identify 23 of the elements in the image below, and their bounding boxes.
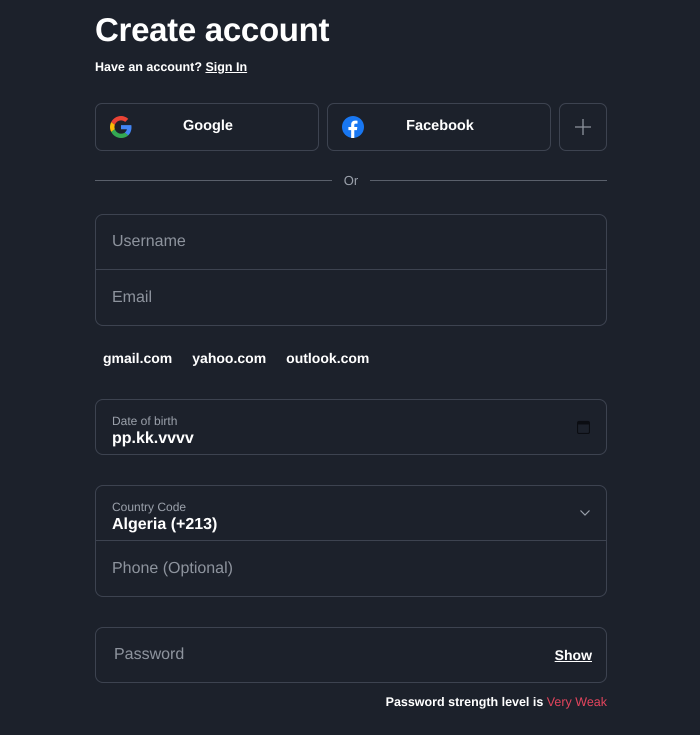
more-options-button[interactable] bbox=[559, 102, 607, 151]
country-select[interactable]: Country Code Algeria (+213) bbox=[95, 485, 607, 542]
email-domain-button[interactable]: outlook.com bbox=[278, 348, 378, 370]
google-button[interactable]: Google bbox=[95, 102, 319, 151]
input-field[interactable]: Email bbox=[95, 270, 607, 326]
phone-field[interactable]: Phone (Optional) bbox=[95, 541, 607, 598]
chevron-down-icon bbox=[580, 510, 590, 516]
show-password-button[interactable]: Show bbox=[554, 644, 592, 666]
password-field[interactable]: Password Show bbox=[95, 627, 607, 684]
plus-icon bbox=[575, 118, 591, 135]
google-icon bbox=[110, 116, 132, 138]
password-strength-text: Password strength level is Very Weak bbox=[384, 694, 607, 712]
sign-in-link[interactable]: Sign In bbox=[205, 60, 248, 74]
date-field[interactable]: Date of birth pp.kk.vvvv bbox=[95, 399, 607, 456]
email-domain-button[interactable]: yahoo.com bbox=[184, 348, 274, 370]
input-field[interactable]: Username bbox=[95, 214, 607, 270]
facebook-button[interactable]: Facebook bbox=[327, 102, 551, 151]
email-domain-button[interactable]: gmail.com bbox=[95, 348, 180, 370]
page-title: Create account bbox=[95, 10, 330, 50]
divider-label: Or bbox=[344, 172, 358, 190]
facebook-icon bbox=[342, 116, 364, 138]
calendar-icon[interactable] bbox=[577, 420, 590, 434]
signin-prompt: Have an account? Sign In bbox=[95, 59, 248, 76]
